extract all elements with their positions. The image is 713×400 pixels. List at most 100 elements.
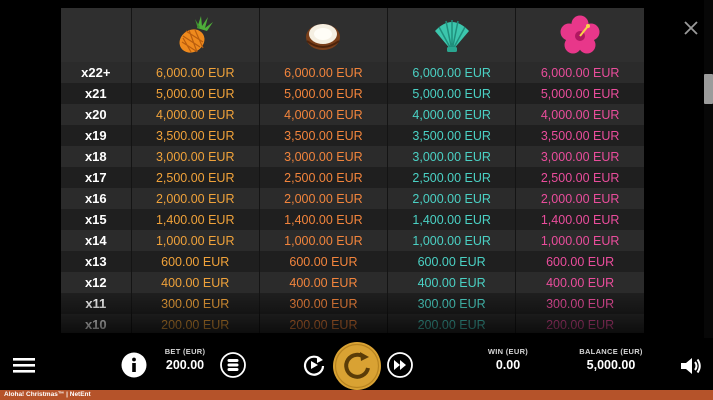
scrollbar-thumb[interactable] (704, 74, 713, 104)
game-screen: x22+ 6,000.00 EUR 6,000.00 EUR 6,000.00 EUR… (0, 0, 713, 400)
autoplay-icon (303, 355, 325, 376)
shell-icon (434, 20, 469, 52)
payout-cell: 1,400.00 EUR (259, 209, 389, 230)
payout-cell: 1,000.00 EUR (259, 230, 389, 251)
payout-cell: 1,400.00 EUR (515, 209, 644, 230)
payout-cell: 1,000.00 EUR (387, 230, 517, 251)
win-label: WIN (EUR) (487, 347, 529, 356)
payout-cell: 2,500.00 EUR (259, 167, 389, 188)
menu-button[interactable] (12, 356, 36, 374)
payout-cell: 200.00 EUR (387, 314, 517, 333)
multiplier-cell: x13 (61, 251, 132, 272)
payout-cell: 2,000.00 EUR (259, 188, 389, 209)
payout-cell: 5,000.00 EUR (387, 83, 517, 104)
coconut-icon (306, 24, 341, 50)
payout-cell: 6,000.00 EUR (515, 62, 644, 83)
paytable: x22+ 6,000.00 EUR 6,000.00 EUR 6,000.00 EUR… (61, 8, 644, 333)
multiplier-cell: x22+ (61, 62, 132, 83)
fast-forward-button[interactable] (387, 352, 413, 378)
paytable-row: x13 600.00 EUR 600.00 EUR 600.00 EUR 600.00 … (61, 251, 644, 272)
paytable-row: x22+ 6,000.00 EUR 6,000.00 EUR 6,000.00 EUR… (61, 62, 644, 83)
payout-cell: 1,400.00 EUR (387, 209, 517, 230)
bet-label: BET (EUR) (164, 347, 206, 356)
payout-cell: 1,400.00 EUR (131, 209, 260, 230)
paytable-row: x10 200.00 EUR 200.00 EUR 200.00 EUR 200.00 … (61, 314, 644, 333)
payout-cell: 600.00 EUR (131, 251, 260, 272)
payout-cell: 5,000.00 EUR (259, 83, 389, 104)
paytable-row: x18 3,000.00 EUR 3,000.00 EUR 3,000.00 EUR 3… (61, 146, 644, 167)
game-title: Aloha! Christmas™ | NetEnt (4, 391, 91, 398)
info-button[interactable] (121, 352, 147, 378)
payout-cell: 2,000.00 EUR (515, 188, 644, 209)
payout-cell: 300.00 EUR (515, 293, 644, 314)
balance-label: BALANCE (EUR) (579, 347, 643, 356)
payout-cell: 2,000.00 EUR (387, 188, 517, 209)
multiplier-header (61, 8, 132, 62)
payout-cell: 6,000.00 EUR (387, 62, 517, 83)
multiplier-cell: x16 (61, 188, 132, 209)
fast-forward-icon (387, 352, 413, 378)
payout-cell: 4,000.00 EUR (259, 104, 389, 125)
payout-cell: 5,000.00 EUR (515, 83, 644, 104)
payout-cell: 600.00 EUR (387, 251, 517, 272)
payout-cell: 4,000.00 EUR (387, 104, 517, 125)
paytable-row: x16 2,000.00 EUR 2,000.00 EUR 2,000.00 EUR 2… (61, 188, 644, 209)
payout-cell: 4,000.00 EUR (131, 104, 260, 125)
payout-cell: 200.00 EUR (259, 314, 389, 333)
multiplier-cell: x11 (61, 293, 132, 314)
bet-settings-button[interactable] (220, 352, 246, 378)
footer-bar: Aloha! Christmas™ | NetEnt (0, 390, 713, 400)
payout-cell: 3,500.00 EUR (387, 125, 517, 146)
spin-button[interactable] (332, 341, 382, 391)
payout-cell: 600.00 EUR (515, 251, 644, 272)
coin-stack-icon (220, 352, 246, 378)
payout-cell: 300.00 EUR (387, 293, 517, 314)
payout-cell: 3,500.00 EUR (515, 125, 644, 146)
multiplier-cell: x14 (61, 230, 132, 251)
multiplier-cell: x21 (61, 83, 132, 104)
hibiscus-column-header (515, 8, 644, 62)
coconut-column-header (259, 8, 389, 62)
scrollbar-track[interactable] (704, 0, 713, 340)
multiplier-cell: x12 (61, 272, 132, 293)
close-button[interactable] (682, 19, 700, 37)
paytable-row: x19 3,500.00 EUR 3,500.00 EUR 3,500.00 EUR 3… (61, 125, 644, 146)
info-icon (121, 352, 147, 378)
payout-cell: 2,500.00 EUR (131, 167, 260, 188)
payout-cell: 3,500.00 EUR (259, 125, 389, 146)
payout-cell: 600.00 EUR (259, 251, 389, 272)
win-value: 0.00 (495, 358, 521, 372)
paytable-body: x22+ 6,000.00 EUR 6,000.00 EUR 6,000.00 EUR… (61, 62, 644, 333)
paytable-header-row (61, 8, 644, 62)
multiplier-cell: x18 (61, 146, 132, 167)
paytable-row: x11 300.00 EUR 300.00 EUR 300.00 EUR 300.00 … (61, 293, 644, 314)
balance-value: 5,000.00 (586, 358, 636, 372)
payout-cell: 4,000.00 EUR (515, 104, 644, 125)
spin-icon (333, 342, 381, 390)
payout-cell: 3,000.00 EUR (259, 146, 389, 167)
paytable-row: x14 1,000.00 EUR 1,000.00 EUR 1,000.00 EUR 1… (61, 230, 644, 251)
payout-cell: 300.00 EUR (131, 293, 260, 314)
paytable-row: x21 5,000.00 EUR 5,000.00 EUR 5,000.00 EUR 5… (61, 83, 644, 104)
autoplay-button[interactable] (301, 352, 327, 378)
payout-cell: 400.00 EUR (259, 272, 389, 293)
multiplier-cell: x20 (61, 104, 132, 125)
payout-cell: 3,000.00 EUR (387, 146, 517, 167)
payout-cell: 200.00 EUR (131, 314, 260, 333)
payout-cell: 3,000.00 EUR (131, 146, 260, 167)
payout-cell: 200.00 EUR (515, 314, 644, 333)
multiplier-cell: x19 (61, 125, 132, 146)
payout-cell: 6,000.00 EUR (259, 62, 389, 83)
menu-icon (13, 358, 35, 373)
multiplier-cell: x10 (61, 314, 132, 333)
payout-cell: 1,000.00 EUR (131, 230, 260, 251)
paytable-row: x20 4,000.00 EUR 4,000.00 EUR 4,000.00 EUR 4… (61, 104, 644, 125)
payout-cell: 3,000.00 EUR (515, 146, 644, 167)
payout-cell: 400.00 EUR (387, 272, 517, 293)
sound-icon (681, 358, 701, 374)
paytable-row: x17 2,500.00 EUR 2,500.00 EUR 2,500.00 EUR 2… (61, 167, 644, 188)
sound-button[interactable] (679, 355, 703, 377)
hibiscus-icon (560, 15, 600, 54)
paytable-row: x15 1,400.00 EUR 1,400.00 EUR 1,400.00 EUR 1… (61, 209, 644, 230)
payout-cell: 2,500.00 EUR (515, 167, 644, 188)
